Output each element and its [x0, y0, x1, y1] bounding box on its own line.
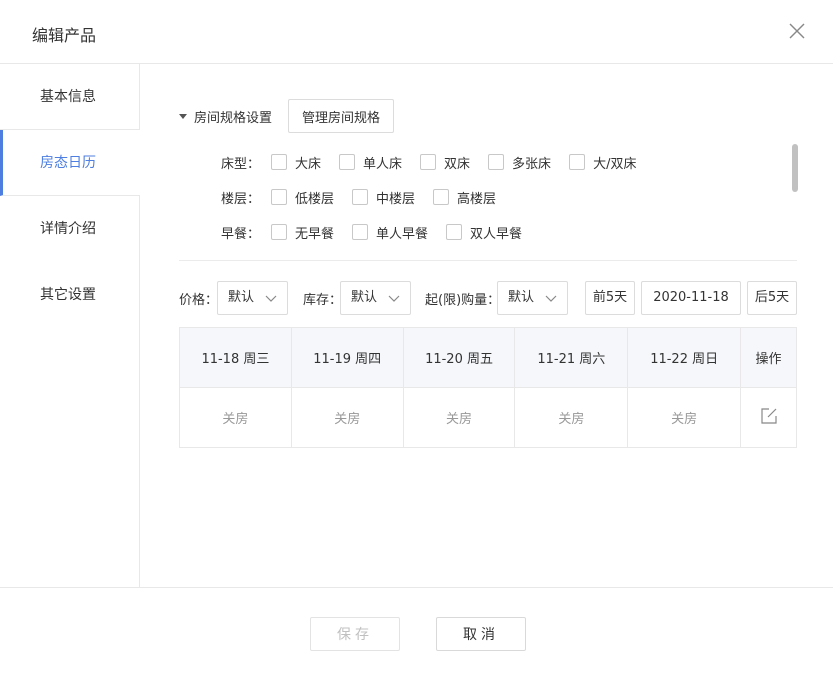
calendar-column-header: 11-18 周三	[179, 327, 292, 388]
spec-row-label: 床型：	[221, 156, 261, 172]
option-label: 低楼层	[295, 191, 335, 207]
calendar-cell[interactable]: 关房	[514, 387, 629, 448]
chevron-down-icon	[265, 295, 277, 302]
calendar-column-header: 11-19 周四	[290, 327, 404, 388]
spec-row-floor: 楼层： 低楼层 中楼层 高楼层	[221, 187, 514, 207]
checkbox[interactable]	[446, 224, 463, 240]
cancel-button[interactable]: 取消	[436, 617, 526, 651]
sidebar-item-label: 房态日历	[40, 155, 96, 171]
calendar-action-cell	[740, 387, 797, 448]
calendar-cell[interactable]: 关房	[402, 387, 516, 448]
checkbox[interactable]	[352, 189, 369, 205]
next-5-days-button[interactable]: 后5天	[747, 281, 797, 315]
option-label: 无早餐	[295, 226, 335, 242]
save-button[interactable]: 保存	[310, 617, 400, 651]
edit-icon[interactable]	[760, 407, 778, 425]
scrollbar-thumb[interactable]	[792, 144, 798, 192]
option-breakfast-none[interactable]: 无早餐	[271, 223, 334, 242]
calendar-cell[interactable]: 关房	[290, 387, 404, 448]
option-label: 单人早餐	[376, 226, 429, 242]
option-breakfast-double[interactable]: 双人早餐	[446, 223, 522, 242]
option-bed-single[interactable]: 单人床	[339, 153, 402, 172]
calendar-column-header: 11-22 周日	[627, 327, 742, 388]
sidebar-item-label: 其它设置	[40, 287, 96, 303]
calendar-column-header: 11-20 周五	[402, 327, 516, 388]
spec-title[interactable]: 房间规格设置	[194, 107, 272, 126]
option-label: 单人床	[363, 156, 403, 172]
dialog-footer: 保存 取消	[0, 587, 833, 677]
caret-down-icon[interactable]	[179, 113, 187, 119]
calendar-column-header: 操作	[740, 327, 797, 388]
price-select[interactable]: 默认	[217, 281, 288, 315]
min-buy-select[interactable]: 默认	[497, 281, 568, 315]
chevron-down-icon	[388, 295, 400, 302]
calendar-cell[interactable]: 关房	[179, 387, 292, 448]
divider	[179, 260, 797, 261]
manage-room-spec-button[interactable]: 管理房间规格	[288, 99, 395, 133]
spec-row-bed: 床型： 大床 单人床 双床 多张床 大/双床	[221, 152, 654, 172]
option-breakfast-single[interactable]: 单人早餐	[352, 223, 428, 242]
option-bed-king-twin[interactable]: 大/双床	[569, 153, 636, 172]
option-label: 多张床	[512, 156, 552, 172]
option-floor-low[interactable]: 低楼层	[271, 188, 334, 207]
option-label: 高楼层	[457, 191, 497, 207]
option-bed-twin[interactable]: 双床	[420, 153, 470, 172]
option-bed-multiple[interactable]: 多张床	[488, 153, 551, 172]
min-buy-label: 起(限)购量：	[425, 293, 501, 308]
checkbox[interactable]	[339, 154, 356, 170]
calendar-cell[interactable]: 关房	[627, 387, 742, 448]
sidebar-item-label: 详情介绍	[40, 221, 96, 237]
dialog-title: 编辑产品	[32, 26, 97, 45]
spec-row-label: 楼层：	[221, 191, 261, 207]
calendar-column-header: 11-21 周六	[514, 327, 629, 388]
price-select-value: 默认	[228, 290, 255, 305]
sidebar-nav: 基本信息 房态日历 详情介绍 其它设置	[0, 64, 140, 587]
sidebar-item-details[interactable]: 详情介绍	[0, 196, 139, 262]
min-buy-select-value: 默认	[508, 290, 535, 305]
option-label: 大/双床	[593, 156, 637, 172]
prev-5-days-button[interactable]: 前5天	[585, 281, 635, 315]
checkbox[interactable]	[352, 224, 369, 240]
option-label: 大床	[295, 156, 322, 172]
spec-header: 房间规格设置 管理房间规格	[179, 99, 395, 133]
spec-row-breakfast: 早餐： 无早餐 单人早餐 双人早餐	[221, 222, 540, 242]
sidebar-item-room-calendar[interactable]: 房态日历	[0, 130, 140, 196]
date-input[interactable]: 2020-11-18	[641, 281, 741, 315]
option-floor-mid[interactable]: 中楼层	[352, 188, 415, 207]
checkbox[interactable]	[271, 189, 287, 205]
close-icon[interactable]	[788, 22, 806, 40]
checkbox[interactable]	[271, 154, 287, 170]
room-status-calendar: 11-18 周三 11-19 周四 11-20 周五 11-21 周六 11-2…	[179, 327, 797, 448]
option-bed-king[interactable]: 大床	[271, 153, 321, 172]
option-label: 双床	[444, 156, 471, 172]
checkbox[interactable]	[488, 154, 505, 170]
scrollbar[interactable]	[791, 144, 799, 244]
checkbox[interactable]	[271, 224, 287, 240]
price-label: 价格：	[179, 293, 219, 308]
sidebar-item-other-settings[interactable]: 其它设置	[0, 262, 139, 328]
table-row: 关房 关房 关房 关房 关房	[179, 387, 797, 448]
checkbox[interactable]	[420, 154, 437, 170]
dialog-header: 编辑产品	[0, 0, 833, 64]
option-label: 双人早餐	[470, 226, 523, 242]
spec-options-box: 床型： 大床 单人床 双床 多张床 大/双床 楼层： 低楼层 中楼层 高楼层 早…	[179, 144, 799, 244]
chevron-down-icon	[545, 295, 557, 302]
calendar-filters: 价格： 默认 库存： 默认 起(限)购量： 默认 前5天 2020-11-18 …	[179, 281, 799, 315]
spec-row-label: 早餐：	[221, 226, 261, 242]
option-floor-high[interactable]: 高楼层	[433, 188, 496, 207]
main-content: 房间规格设置 管理房间规格 床型： 大床 单人床 双床 多张床 大/双床 楼层：…	[141, 64, 833, 587]
checkbox[interactable]	[433, 189, 450, 205]
sidebar-item-basic-info[interactable]: 基本信息	[0, 64, 139, 130]
option-label: 中楼层	[376, 191, 416, 207]
checkbox[interactable]	[569, 154, 586, 170]
stock-select[interactable]: 默认	[340, 281, 411, 315]
sidebar-item-label: 基本信息	[40, 89, 96, 105]
calendar-header-row: 11-18 周三 11-19 周四 11-20 周五 11-21 周六 11-2…	[179, 327, 797, 388]
stock-select-value: 默认	[351, 290, 378, 305]
stock-label: 库存：	[303, 293, 343, 308]
